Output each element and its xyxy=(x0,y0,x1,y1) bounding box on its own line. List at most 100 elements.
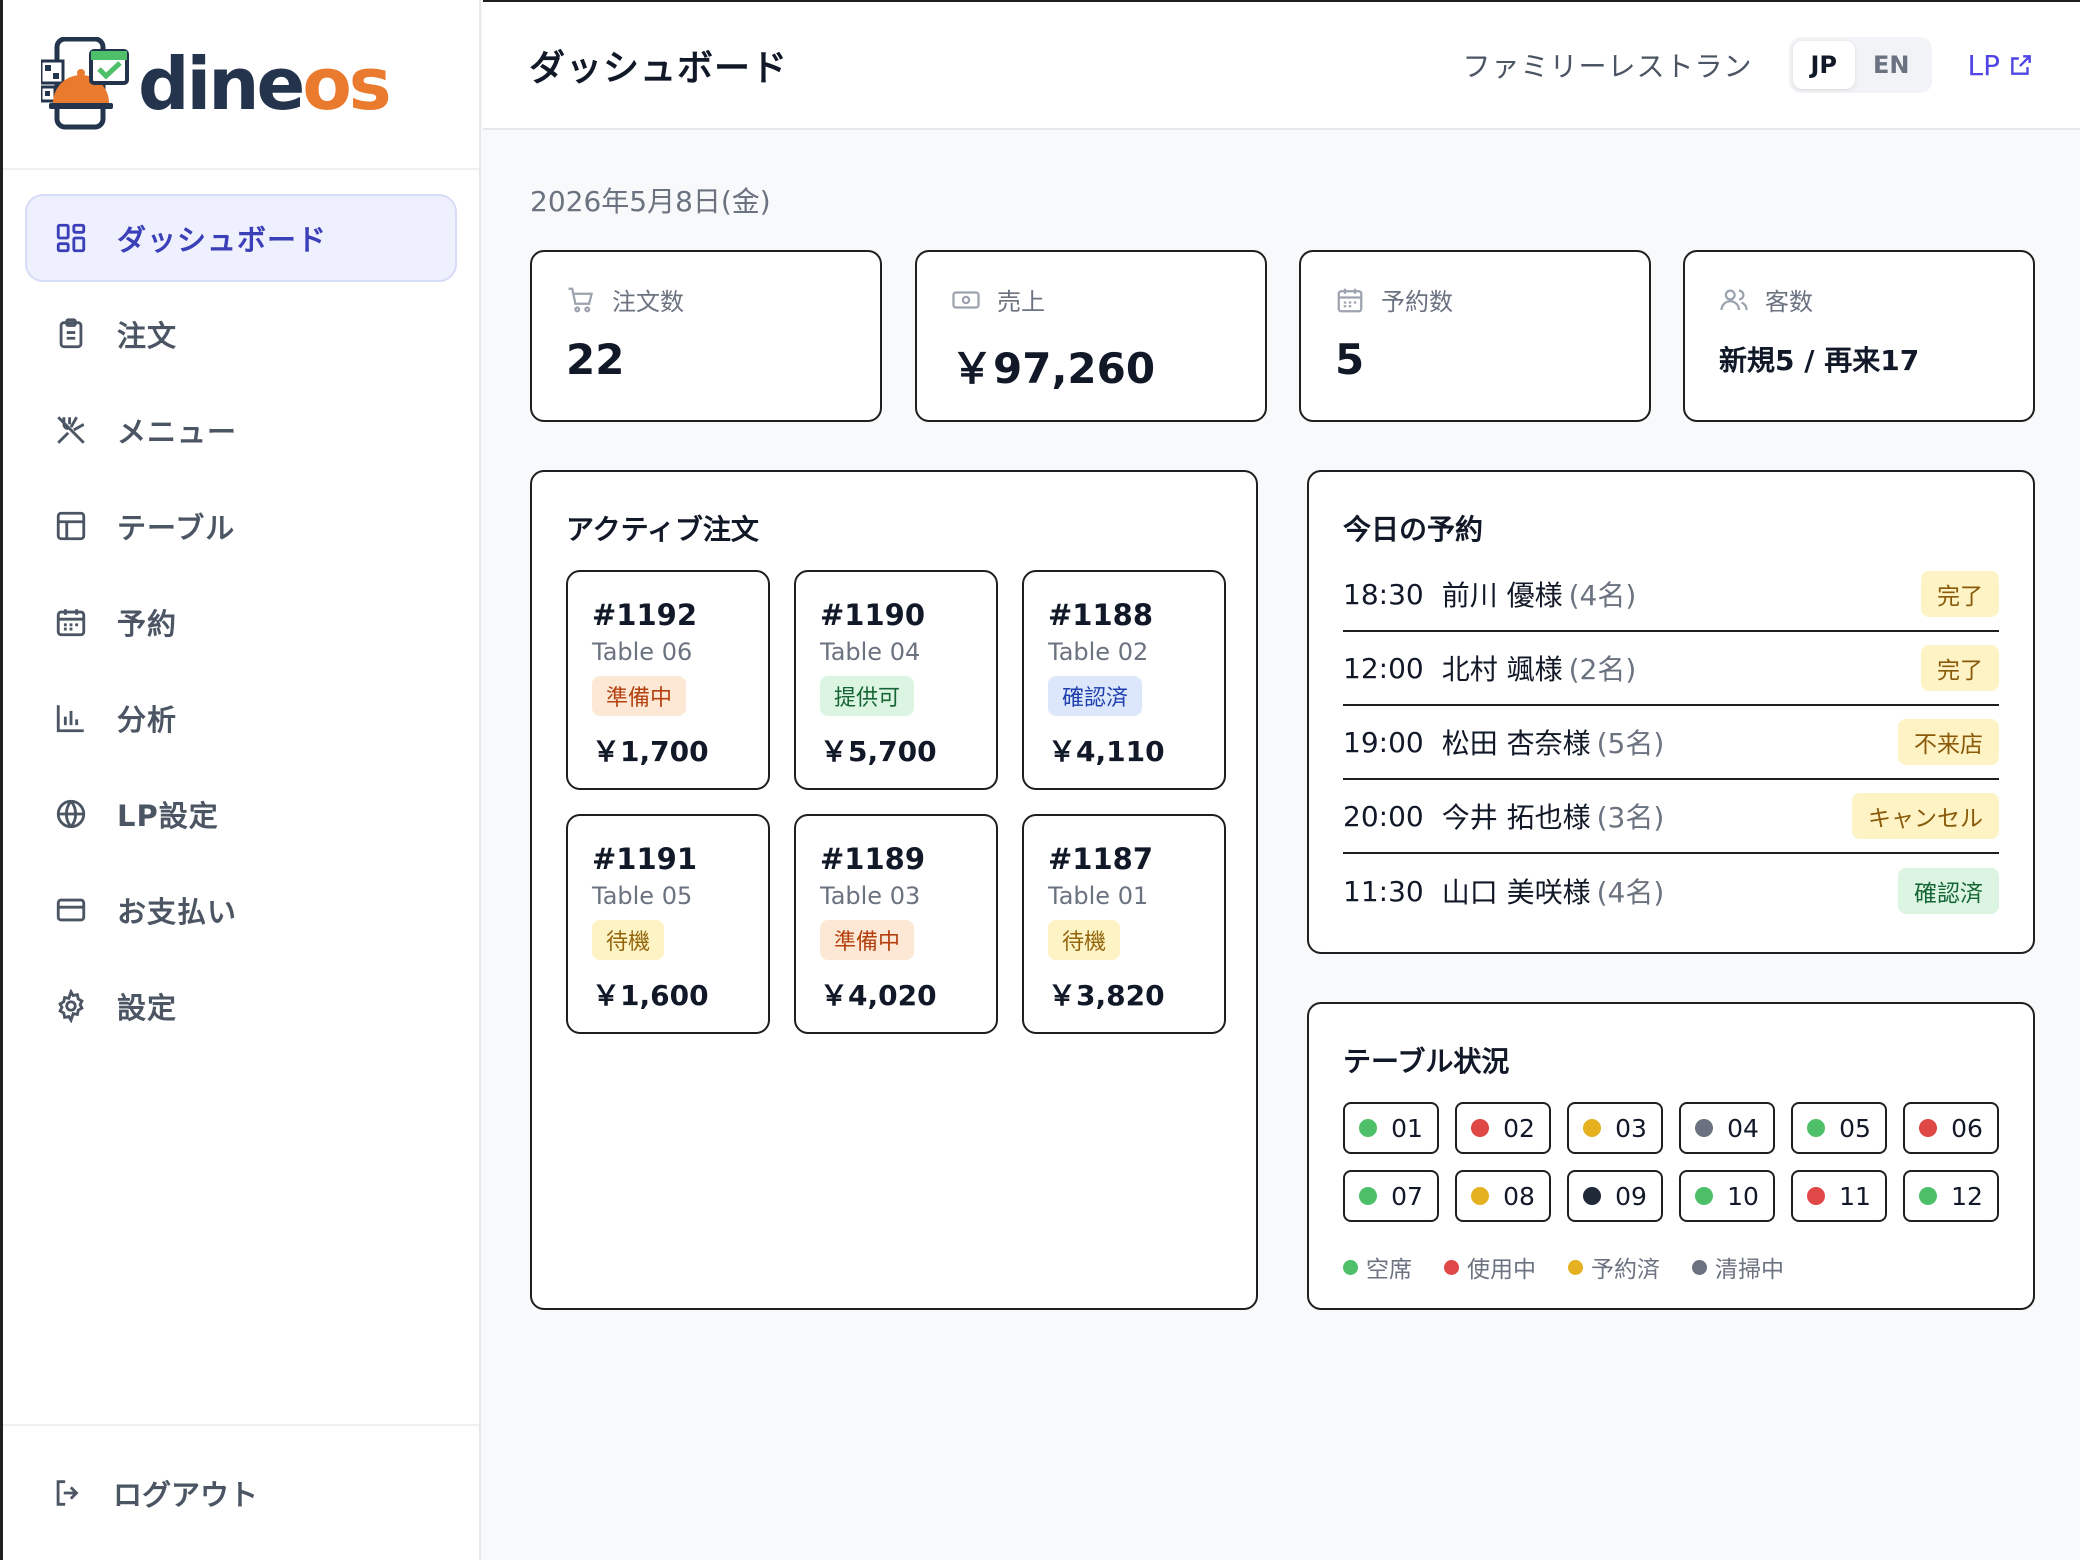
legend-item-free: 空席 xyxy=(1343,1250,1412,1284)
stat-value: 5 xyxy=(1335,335,1365,384)
order-status-badge: 準備中 xyxy=(592,676,687,716)
panel-title: アクティブ注文 xyxy=(566,513,759,546)
table-cell[interactable]: 03 xyxy=(1567,1102,1663,1154)
order-price: ￥4,110 xyxy=(1048,735,1165,768)
order-status-badge: 提供可 xyxy=(820,676,915,716)
table-cell[interactable]: 06 xyxy=(1903,1102,1999,1154)
order-table: Table 02 xyxy=(1048,638,1149,666)
table-cell[interactable]: 11 xyxy=(1791,1170,1887,1222)
order-price: ￥1,600 xyxy=(592,979,709,1012)
topbar-right: ファミリーレストラン JP EN LP xyxy=(1462,37,2034,93)
table-grid: 01 02 03 04 05 06 07 08 09 10 11 12 xyxy=(1343,1102,1999,1222)
table-status-dot xyxy=(1807,1119,1826,1137)
legend-dot xyxy=(1568,1259,1583,1275)
reservation-party-size: (3名) xyxy=(1596,801,1665,834)
table-cell[interactable]: 08 xyxy=(1455,1170,1551,1222)
order-card[interactable]: #1189 Table 03 準備中 ￥4,020 xyxy=(794,814,998,1034)
table-cell[interactable]: 01 xyxy=(1343,1102,1439,1154)
order-status-badge: 準備中 xyxy=(820,920,915,960)
table-cell[interactable]: 02 xyxy=(1455,1102,1551,1154)
reservation-status-badge: 完了 xyxy=(1921,645,1999,691)
current-date: 2026年5月8日(金) xyxy=(530,185,771,218)
legend-item-cleaning: 清掃中 xyxy=(1692,1250,1784,1284)
reservation-row[interactable]: 18:30 前川 優様 (4名) 完了 xyxy=(1343,558,1999,632)
stat-card-reservations: 予約数 5 xyxy=(1299,250,1651,422)
order-card[interactable]: #1192 Table 06 準備中 ￥1,700 xyxy=(566,570,770,790)
table-status-dot xyxy=(1359,1119,1378,1137)
order-number: #1192 xyxy=(592,598,698,632)
order-status-badge: 待機 xyxy=(592,920,665,960)
cart-icon xyxy=(568,287,594,312)
legend-label: 予約済 xyxy=(1591,1257,1660,1283)
legend-dot xyxy=(1444,1259,1459,1275)
reservation-row[interactable]: 12:00 北村 颯様 (2名) 完了 xyxy=(1343,632,1999,706)
sidebar-item-label: LP設定 xyxy=(117,799,219,833)
brand-logo[interactable]: dineos xyxy=(3,0,479,170)
sidebar-item-tables[interactable]: テーブル xyxy=(25,482,457,570)
reservation-name: 松田 杏奈様 xyxy=(1441,727,1591,760)
table-cell[interactable]: 05 xyxy=(1791,1102,1887,1154)
table-status-dot xyxy=(1583,1187,1602,1205)
sidebar-item-reservations[interactable]: 予約 xyxy=(25,578,457,666)
reservation-row[interactable]: 20:00 今井 拓也様 (3名) キャンセル xyxy=(1343,780,1999,854)
table-cell[interactable]: 09 xyxy=(1567,1170,1663,1222)
table-status-panel: テーブル状況 01 02 03 04 05 06 07 08 09 10 11 12 空席 使用中 予約済… xyxy=(1307,1002,2035,1310)
reservation-status-badge: 確認済 xyxy=(1898,868,1999,914)
logout-button[interactable]: ログアウト xyxy=(3,1424,479,1560)
reservation-name: 今井 拓也様 xyxy=(1441,801,1591,834)
table-cell[interactable]: 12 xyxy=(1903,1170,1999,1222)
reservation-row[interactable]: 11:30 山口 美咲様 (4名) 確認済 xyxy=(1343,854,1999,928)
reservation-list: 18:30 前川 優様 (4名) 完了 12:00 北村 颯様 (2名) 完了 19:00 松田 … xyxy=(1343,558,1999,928)
sidebar-item-orders[interactable]: 注文 xyxy=(25,290,457,378)
calendar-icon xyxy=(1337,288,1363,312)
lp-link-label: LP xyxy=(1967,48,2000,82)
sidebar-item-label: お支払い xyxy=(117,895,238,929)
language-switch: JP EN xyxy=(1788,37,1932,93)
sidebar-item-settings[interactable]: 設定 xyxy=(25,962,457,1050)
sidebar-item-label: 注文 xyxy=(117,319,178,353)
bar-chart-icon xyxy=(53,700,89,736)
brand-name: dineos xyxy=(138,48,392,120)
reservation-time: 19:00 xyxy=(1343,725,1424,759)
sidebar-item-lp-settings[interactable]: LP設定 xyxy=(25,770,457,858)
active-orders-panel: アクティブ注文 #1192 Table 06 準備中 ￥1,700 #1190 Table… xyxy=(530,470,1258,1310)
order-price: ￥4,020 xyxy=(820,979,937,1012)
sidebar-item-payments[interactable]: お支払い xyxy=(25,866,457,954)
shop-name: ファミリーレストラン xyxy=(1462,50,1753,83)
order-card[interactable]: #1187 Table 01 待機 ￥3,820 xyxy=(1022,814,1226,1034)
gear-icon xyxy=(53,988,89,1024)
topbar: ダッシュボード ファミリーレストラン JP EN LP xyxy=(483,0,2080,130)
order-grid: #1192 Table 06 準備中 ￥1,700 #1190 Table 04 提供可 ￥5… xyxy=(566,570,1226,1034)
sidebar-item-label: 予約 xyxy=(117,607,178,641)
lang-en-button[interactable]: EN xyxy=(1855,41,1927,89)
table-id: 01 xyxy=(1391,1113,1423,1143)
table-cell[interactable]: 07 xyxy=(1343,1170,1439,1222)
stat-value: 新規5 / 再来17 xyxy=(1719,344,1920,377)
calendar-icon xyxy=(53,604,89,640)
clipboard-icon xyxy=(53,316,89,352)
table-cell[interactable]: 04 xyxy=(1679,1102,1775,1154)
reservation-time: 18:30 xyxy=(1343,577,1424,611)
table-cell[interactable]: 10 xyxy=(1679,1170,1775,1222)
stat-card-guests: 客数 新規5 / 再来17 xyxy=(1683,250,2035,422)
lp-link[interactable]: LP xyxy=(1968,49,2034,82)
order-card[interactable]: #1190 Table 04 提供可 ￥5,700 xyxy=(794,570,998,790)
reservation-row[interactable]: 19:00 松田 杏奈様 (5名) 不来店 xyxy=(1343,706,1999,780)
sidebar-item-dashboard[interactable]: ダッシュボード xyxy=(25,194,457,282)
legend-dot xyxy=(1692,1259,1707,1275)
legend-item-reserved: 予約済 xyxy=(1568,1250,1660,1284)
sidebar-item-label: ダッシュボード xyxy=(117,223,328,257)
table-id: 07 xyxy=(1391,1181,1423,1211)
stat-value: 22 xyxy=(566,335,625,384)
logo-icon xyxy=(39,36,136,132)
order-card[interactable]: #1188 Table 02 確認済 ￥4,110 xyxy=(1022,570,1226,790)
order-card[interactable]: #1191 Table 05 待機 ￥1,600 xyxy=(566,814,770,1034)
reservation-time: 12:00 xyxy=(1343,651,1424,685)
logout-label: ログアウト xyxy=(113,1478,259,1512)
sidebar-item-analytics[interactable]: 分析 xyxy=(25,674,457,762)
order-table: Table 03 xyxy=(820,882,921,910)
legend-item-busy: 使用中 xyxy=(1444,1250,1536,1284)
order-number: #1187 xyxy=(1048,842,1154,876)
lang-jp-button[interactable]: JP xyxy=(1792,41,1856,89)
sidebar-item-menu[interactable]: メニュー xyxy=(25,386,457,474)
